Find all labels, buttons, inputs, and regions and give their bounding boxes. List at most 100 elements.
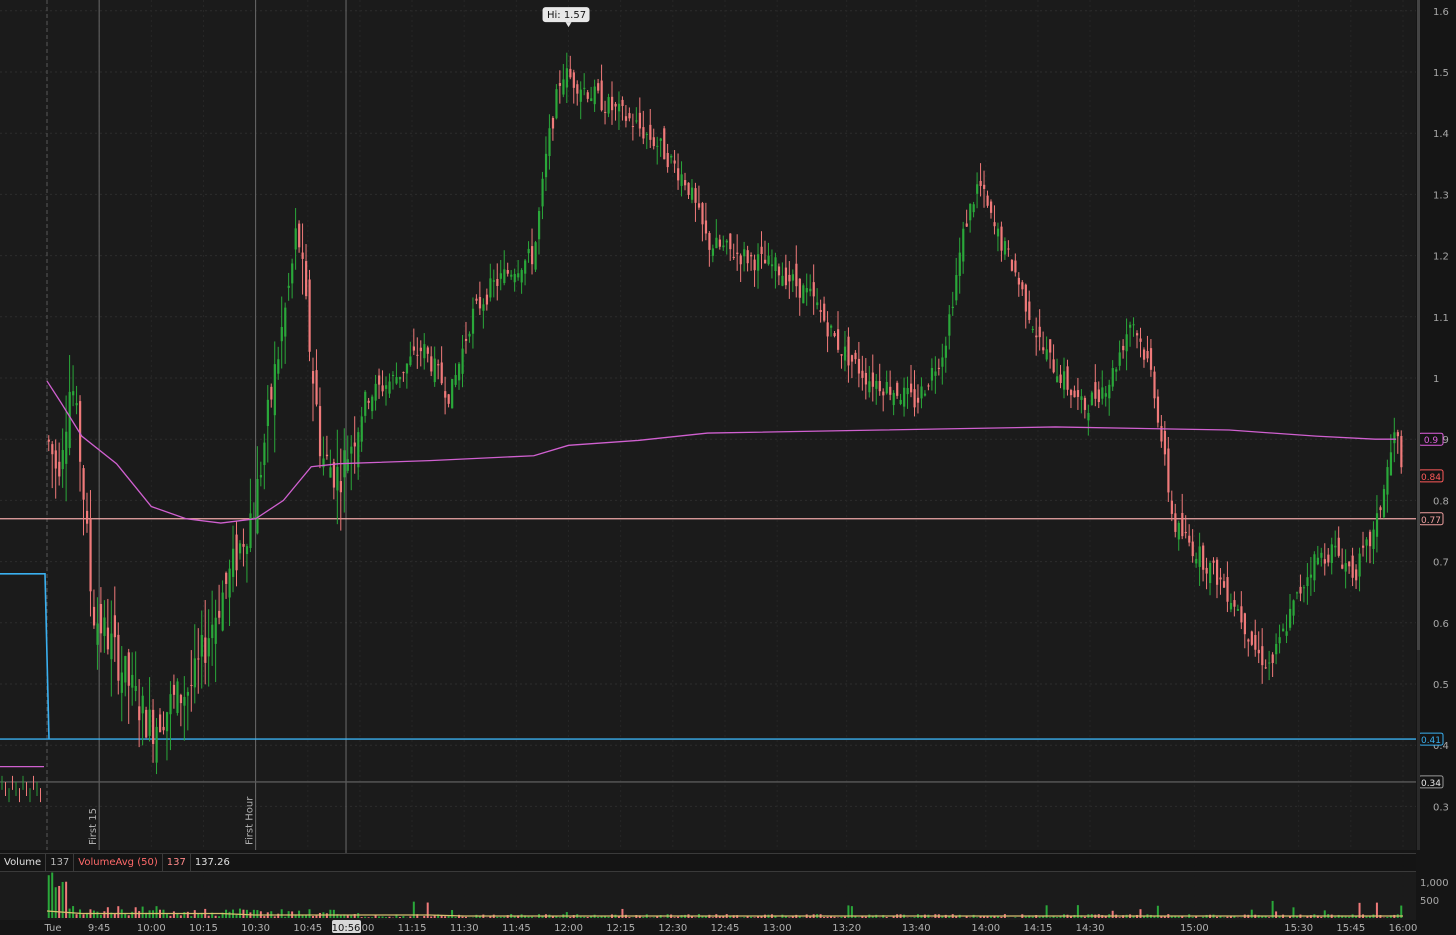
- volume-bar: [423, 915, 426, 918]
- candle-body: [910, 383, 913, 393]
- candle-body: [537, 210, 541, 240]
- candle-body: [798, 278, 801, 298]
- candle-body: [673, 160, 676, 164]
- candle-body: [1146, 350, 1149, 359]
- volume-bar: [864, 916, 867, 918]
- volume-bar: [298, 910, 301, 918]
- volume-bar: [527, 916, 530, 918]
- candle-body: [461, 348, 464, 374]
- candle-body: [913, 389, 916, 408]
- candle-body: [179, 694, 183, 704]
- volume-bar: [172, 911, 175, 918]
- candle-body: [1299, 586, 1302, 594]
- candle-body: [1188, 535, 1191, 543]
- volume-bar: [54, 887, 57, 918]
- volume-avg-study-name[interactable]: VolumeAvg (50): [74, 854, 163, 871]
- candle-body: [426, 347, 429, 354]
- candle-body: [593, 86, 596, 105]
- candle-body: [207, 638, 210, 657]
- candle-body: [1049, 339, 1052, 353]
- candle-body: [1309, 574, 1313, 578]
- volume-axis-tick: 500: [1420, 896, 1439, 907]
- volume-bar: [1049, 917, 1052, 918]
- candle-body: [99, 603, 103, 634]
- candle-body: [197, 658, 200, 660]
- candle-body: [1202, 545, 1205, 570]
- time-axis-tick: 13:20: [832, 923, 861, 934]
- candle-body: [1233, 600, 1236, 607]
- volume-bar: [388, 916, 391, 918]
- price-axis[interactable]: 1.61.51.41.31.21.110.90.80.70.60.50.40.3: [1420, 0, 1456, 850]
- candle-body: [544, 153, 548, 178]
- candle-body: [770, 264, 774, 267]
- candle-body: [805, 288, 808, 293]
- candle-body: [958, 252, 961, 276]
- volume-bar: [1278, 916, 1281, 918]
- volume-bar: [430, 916, 433, 918]
- candle-body: [134, 685, 137, 691]
- candle-body: [1010, 259, 1014, 271]
- candle-body: [61, 450, 64, 470]
- time-axis-tick: 15:00: [1180, 923, 1209, 934]
- candle-body: [558, 83, 562, 86]
- volume-bar: [1191, 917, 1194, 918]
- candle-body: [885, 381, 888, 394]
- volume-bar: [72, 906, 75, 918]
- price-axis-tick: 1.5: [1433, 68, 1449, 79]
- volume-bar: [677, 916, 680, 918]
- volume-bar: [378, 916, 381, 918]
- price-axis-tick: 1.4: [1433, 129, 1449, 140]
- volume-bar: [127, 915, 130, 918]
- candle-body: [680, 174, 683, 186]
- candle-body: [211, 624, 214, 639]
- candle-body: [1167, 448, 1170, 493]
- volume-bar: [1320, 916, 1323, 918]
- candle-body: [204, 637, 207, 663]
- candle-body: [332, 462, 336, 488]
- price-chart[interactable]: First 15 First Hour Hi: 1.57 1.6 1.5 1.4 1.3…: [0, 0, 1456, 935]
- cursor-time-label: 10:56: [332, 923, 361, 934]
- candle-body: [1059, 374, 1062, 383]
- candle-body: [190, 685, 193, 687]
- candle-body: [1215, 559, 1219, 585]
- candle-body: [193, 658, 196, 688]
- volume-bar: [642, 916, 645, 918]
- volume-bar: [1139, 909, 1142, 918]
- candle-body: [113, 615, 116, 638]
- price-scrollbar-thumb[interactable]: [1417, 0, 1420, 650]
- candle-body: [249, 513, 252, 549]
- price-axis-tick: 0.6: [1433, 619, 1449, 630]
- time-axis[interactable]: Tue9:4510:0010:1510:3010:4511:0011:1511:…: [0, 920, 1417, 935]
- candle-body: [214, 617, 217, 644]
- candle-body: [583, 87, 586, 89]
- time-axis-tick: 13:40: [902, 923, 931, 934]
- price-tag: 0.41: [1418, 732, 1444, 746]
- candle-body: [753, 259, 756, 271]
- volume-bar: [788, 917, 791, 918]
- candle-body: [572, 72, 575, 88]
- volume-bar: [277, 913, 280, 918]
- volume-bar: [447, 916, 450, 918]
- volume-study-name[interactable]: Volume: [0, 854, 47, 871]
- candle-body: [576, 84, 579, 94]
- candle-body: [896, 382, 899, 396]
- candle-body: [972, 204, 975, 213]
- volume-bar: [256, 910, 259, 918]
- candle-body: [1136, 333, 1139, 336]
- volume-bar: [1163, 916, 1166, 918]
- candle-body: [586, 92, 589, 99]
- candle-body: [1327, 554, 1330, 563]
- volume-bar: [169, 915, 172, 918]
- candle-body: [339, 481, 342, 493]
- volume-bar: [190, 916, 193, 918]
- candle-body: [649, 124, 652, 140]
- candle-body: [75, 403, 78, 406]
- candle-body: [47, 439, 50, 442]
- volume-avg-value: 137: [163, 854, 191, 871]
- volume-bar: [148, 910, 151, 918]
- candle-body: [788, 274, 791, 282]
- candle-body: [124, 656, 127, 683]
- volume-bar: [315, 915, 318, 918]
- candle-body: [433, 358, 436, 383]
- price-axis-tick: 1.1: [1433, 313, 1449, 324]
